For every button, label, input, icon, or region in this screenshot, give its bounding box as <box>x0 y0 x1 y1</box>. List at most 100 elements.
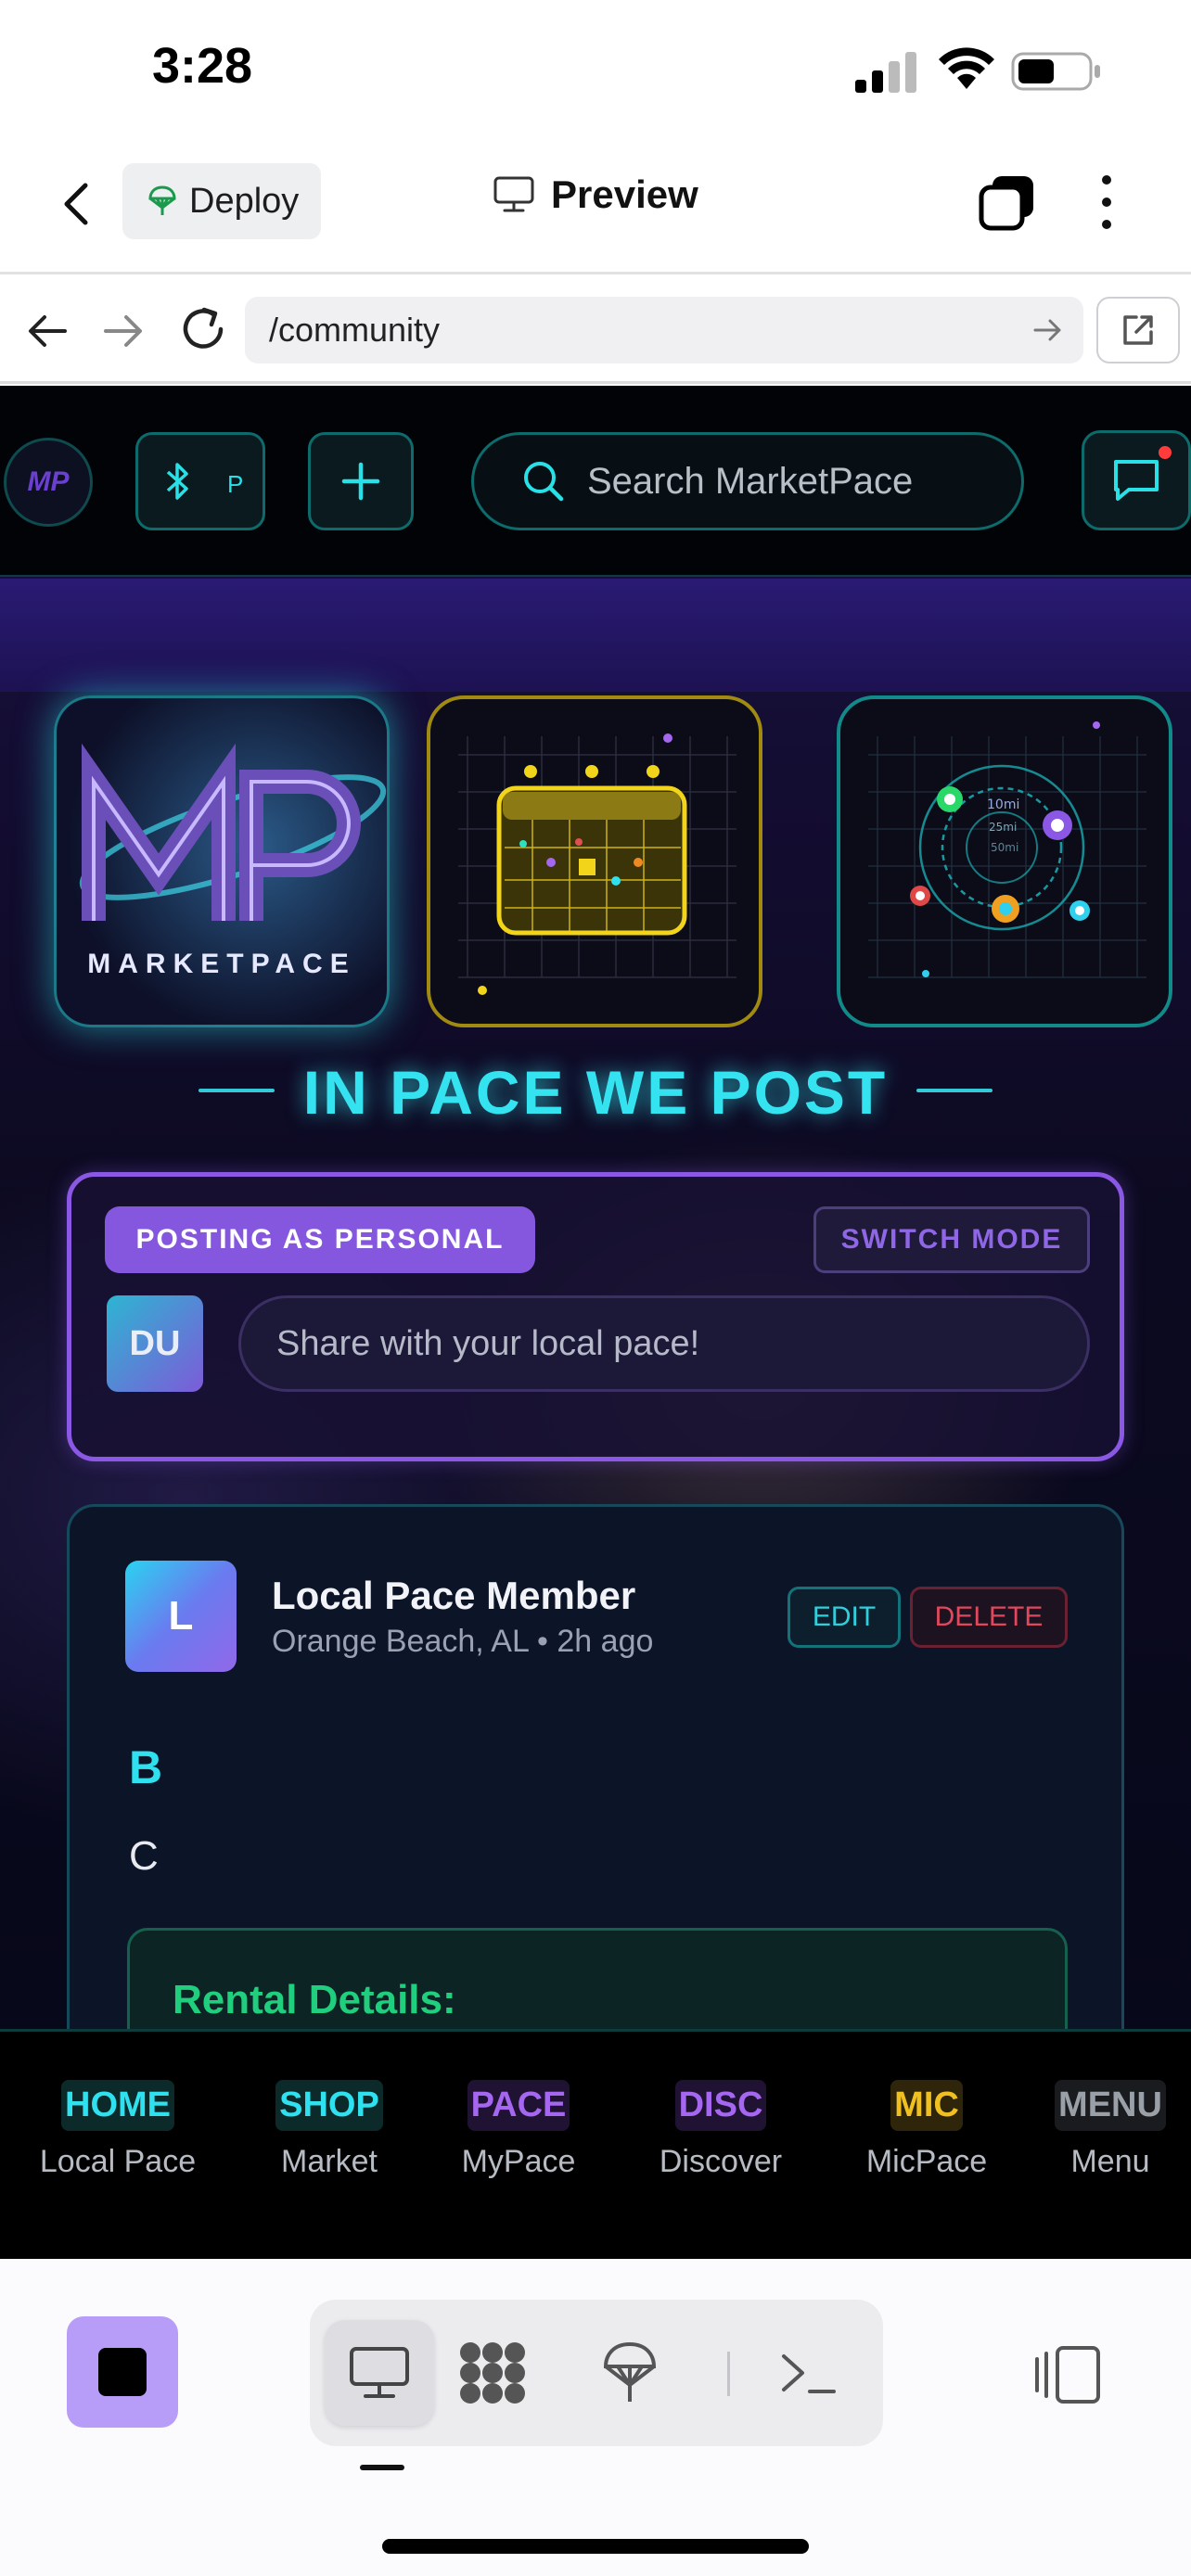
status-time: 3:28 <box>152 38 253 94</box>
edit-post-button[interactable]: EDIT <box>788 1587 901 1648</box>
battery-icon <box>1011 52 1100 91</box>
create-button[interactable] <box>308 432 414 530</box>
events-calendar-tile[interactable] <box>427 695 762 1027</box>
wifi-icon <box>939 47 994 89</box>
go-arrow-icon[interactable] <box>1031 313 1065 347</box>
deploy-button[interactable]: Deploy <box>122 163 321 239</box>
rental-details-title: Rental Details: <box>173 1977 456 2022</box>
nav-item-disc[interactable]: DISC Discover <box>633 2080 809 2219</box>
nav-item-mic[interactable]: MIC MicPace <box>839 2080 1015 2219</box>
terminal-icon <box>782 2354 836 2393</box>
messages-button[interactable] <box>1082 430 1191 530</box>
nav-label-mic: MicPace <box>865 2144 988 2179</box>
open-external-button[interactable] <box>1096 297 1180 363</box>
map-label-10mi: 10mi <box>987 797 1019 812</box>
rental-details-box: Rental Details: <box>127 1928 1068 2031</box>
deploy-icon <box>148 185 176 215</box>
post-author-name: Local Pace Member <box>272 1574 636 1617</box>
nav-tag-home: HOME <box>61 2080 174 2131</box>
map-label-25mi: 25mi <box>989 821 1017 834</box>
deploy-icon <box>603 2341 657 2402</box>
post-title: B <box>129 1741 163 1793</box>
logo-wordmark: MARKETPACE <box>87 949 356 979</box>
local-radius-map-tile[interactable]: 10mi 25mi 50mi <box>837 695 1172 1027</box>
app-toolbar <box>0 2259 1191 2576</box>
search-icon <box>524 462 564 502</box>
marketpace-logo-tile[interactable]: MARKETPACE <box>54 695 390 1027</box>
post-card: L Local Pace Member Orange Beach, AL • 2… <box>67 1504 1124 2031</box>
preview-view-button[interactable] <box>325 2320 434 2426</box>
search-placeholder: Search MarketPace <box>587 460 914 502</box>
user-avatar: DU <box>107 1295 203 1392</box>
deploy-view-button[interactable] <box>575 2320 685 2426</box>
status-bar: 3:28 <box>0 0 1191 139</box>
map-label-50mi: 50mi <box>991 841 1018 854</box>
nav-item-shop[interactable]: SHOP Market <box>241 2080 417 2219</box>
url-text: /community <box>269 311 441 349</box>
site-bottom-nav: HOME Local Pace SHOP Market PACE MyPace … <box>0 2029 1191 2259</box>
nav-item-home[interactable]: HOME Local Pace <box>30 2080 206 2219</box>
browser-bar: /community <box>0 274 1191 384</box>
hero-band <box>0 579 1191 692</box>
nav-label-shop: Market <box>281 2144 378 2179</box>
deploy-label: Deploy <box>189 181 300 221</box>
active-tab-indicator <box>360 2465 404 2470</box>
stop-button[interactable] <box>67 2316 178 2428</box>
post-author-avatar: L <box>125 1561 237 1672</box>
post-body: C <box>129 1833 159 1879</box>
monitor-icon <box>350 2347 409 2398</box>
nav-label-menu: Menu <box>1070 2144 1150 2179</box>
site-search-input[interactable]: Search MarketPace <box>471 432 1024 530</box>
app-header: Deploy Preview <box>0 139 1191 274</box>
grid-blob-icon <box>460 2342 525 2404</box>
nav-item-pace[interactable]: PACE MyPace <box>430 2080 607 2219</box>
toolbar-separator <box>727 2352 730 2396</box>
nav-tag-pace: PACE <box>467 2080 570 2131</box>
reload-icon[interactable] <box>176 302 230 356</box>
monitor-icon <box>493 176 534 212</box>
plus-icon <box>341 462 380 501</box>
web-content: MP P Search MarketPace MARKETPACE 10mi 2… <box>0 386 1191 2031</box>
nav-tag-mic: MIC <box>890 2080 963 2131</box>
tabs-icon[interactable] <box>978 172 1037 232</box>
posting-as-badge: POSTING AS PERSONAL <box>105 1206 535 1273</box>
apps-view-button[interactable] <box>438 2320 547 2426</box>
browser-back-icon[interactable] <box>24 308 70 354</box>
view-switcher <box>310 2300 883 2446</box>
post-meta: Orange Beach, AL • 2h ago <box>272 1624 654 1659</box>
chat-icon <box>1114 460 1159 501</box>
chip-label: P <box>227 470 244 498</box>
notification-dot <box>1159 446 1172 459</box>
signal-icon <box>855 52 916 93</box>
delete-post-button[interactable]: DELETE <box>910 1587 1068 1648</box>
external-link-icon <box>1123 315 1153 345</box>
more-options-icon[interactable] <box>1083 172 1130 232</box>
url-field[interactable]: /community <box>245 297 1083 363</box>
radar-map-icon: 10mi 25mi 50mi <box>868 721 1146 978</box>
bluetooth-pace-button[interactable]: P <box>135 432 265 530</box>
profile-avatar[interactable]: MP <box>4 438 93 527</box>
switch-mode-button[interactable]: SWITCH MODE <box>813 1206 1090 1273</box>
nav-item-menu[interactable]: MENU Menu <box>1022 2080 1191 2219</box>
post-composer: POSTING AS PERSONAL SWITCH MODE DU Share… <box>67 1172 1124 1461</box>
nav-label-pace: MyPace <box>461 2144 576 2179</box>
profile-avatar-initials: MP <box>27 466 70 497</box>
bluetooth-icon <box>166 463 190 509</box>
site-top-bar: MP P Search MarketPace <box>0 386 1191 577</box>
split-view-icon[interactable] <box>1033 2344 1102 2405</box>
home-indicator <box>382 2539 809 2554</box>
calendar-grid-icon <box>458 733 736 995</box>
console-view-button[interactable] <box>753 2320 863 2426</box>
back-chevron-icon[interactable] <box>52 178 104 230</box>
headline: IN PACE WE POST <box>302 1058 889 1127</box>
share-post-input[interactable]: Share with your local pace! <box>238 1295 1090 1392</box>
browser-forward-icon[interactable] <box>100 308 147 354</box>
nav-label-home: Local Pace <box>39 2144 197 2179</box>
nav-tag-disc: DISC <box>674 2080 767 2131</box>
stop-icon <box>98 2348 147 2396</box>
page-title: Preview <box>551 172 698 216</box>
nav-tag-menu: MENU <box>1055 2080 1166 2131</box>
nav-label-disc: Discover <box>659 2144 783 2179</box>
nav-tag-shop: SHOP <box>275 2080 383 2131</box>
headline-divider-right <box>916 1089 992 1092</box>
